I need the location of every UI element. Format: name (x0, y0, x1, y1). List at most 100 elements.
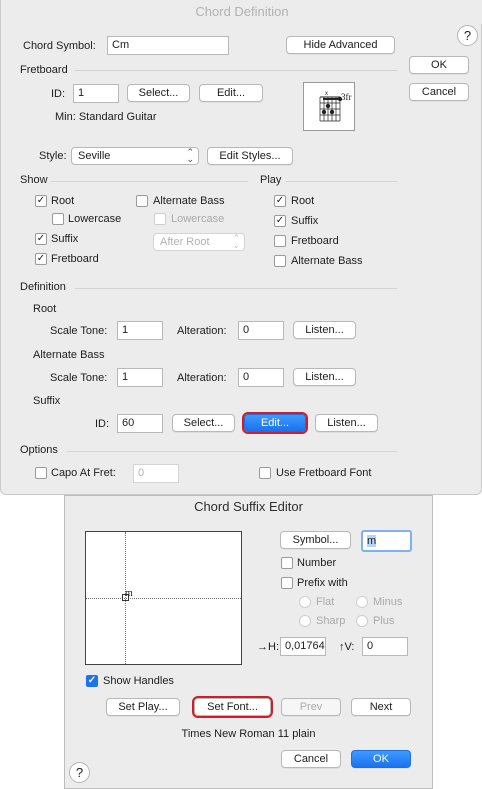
root-alteration-input[interactable]: 0 (238, 321, 284, 340)
set-play-button[interactable]: Set Play... (106, 698, 180, 716)
alt-scale-tone-label: Scale Tone: (50, 372, 108, 384)
root-scale-tone-label: Scale Tone: (50, 325, 108, 337)
symbol-button[interactable]: Symbol... (280, 531, 351, 549)
show-lowercase-checkbox[interactable] (52, 213, 64, 225)
chord-symbol-label: Chord Symbol: (23, 40, 96, 52)
ok-button[interactable]: OK (409, 56, 469, 74)
fretboard-fret-text: 3fr (341, 92, 352, 102)
suffix-edit-button[interactable]: Edit... (242, 412, 308, 434)
alt-lowercase-checkbox[interactable] (154, 213, 166, 225)
play-section-label: Play (260, 174, 282, 186)
suffix-preview-canvas[interactable]: m (85, 531, 242, 665)
svg-text:x: x (325, 91, 328, 97)
capo-fret-input[interactable]: 0 (133, 464, 179, 483)
play-fretboard-label: Fretboard (291, 235, 339, 247)
v-offset-input[interactable]: 0 (362, 637, 408, 656)
chord-definition-dialog: Chord Definition ? Chord Symbol: Cm Hide… (0, 0, 482, 495)
dialog-title: Chord Definition (1, 0, 482, 24)
show-handles-label: Show Handles (103, 675, 174, 687)
play-suffix-checkbox[interactable]: ✓ (274, 215, 286, 227)
suffix-id-input[interactable]: 60 (117, 414, 163, 433)
play-alternate-bass-checkbox[interactable] (274, 255, 286, 267)
chevron-updown-icon: ⌃ ⌄ (232, 233, 240, 250)
suffix-group-label: Suffix (33, 395, 61, 407)
style-label: Style: (39, 150, 67, 162)
fretboard-section-label: Fretboard (20, 64, 68, 76)
minus-label: Minus (373, 596, 403, 608)
number-checkbox[interactable] (281, 557, 293, 569)
sharp-radio[interactable] (299, 615, 311, 627)
show-suffix-checkbox[interactable]: ✓ (35, 233, 47, 245)
set-font-button[interactable]: Set Font... (192, 696, 273, 718)
chevron-updown-icon: ⌃ ⌄ (186, 147, 194, 164)
play-root-label: Root (291, 195, 315, 207)
fretboard-select-button[interactable]: Select... (127, 84, 190, 102)
fretboard-separator (75, 70, 397, 71)
show-handles-checkbox[interactable]: ✓ (86, 675, 98, 687)
minus-radio[interactable] (356, 596, 368, 608)
play-suffix-label: Suffix (291, 215, 319, 227)
symbol-input[interactable]: m (361, 530, 412, 552)
style-popup-value: Seville (78, 150, 111, 162)
number-label: Number (297, 557, 337, 569)
next-button[interactable]: Next (351, 698, 411, 716)
plus-radio[interactable] (356, 615, 368, 627)
suffix-editor-title: Chord Suffix Editor (194, 499, 303, 514)
alt-scale-tone-input[interactable]: 1 (117, 368, 163, 387)
after-root-popup[interactable]: After Root ⌃ ⌄ (153, 233, 245, 251)
flat-label: Flat (316, 596, 335, 608)
capo-checkbox[interactable] (35, 467, 47, 479)
font-info-text: Times New Roman 11 plain (181, 728, 316, 740)
prefix-checkbox[interactable] (281, 577, 293, 589)
style-popup[interactable]: Seville ⌃ ⌄ (71, 147, 199, 165)
alt-bass-group-label: Alternate Bass (33, 349, 105, 361)
edit-styles-button[interactable]: Edit Styles... (207, 147, 293, 165)
suffix-preview-glyph: m (125, 588, 133, 599)
definition-separator (75, 288, 397, 289)
hide-advanced-button[interactable]: Hide Advanced (286, 36, 395, 54)
suffix-select-button[interactable]: Select... (172, 414, 235, 432)
show-suffix-label: Suffix (51, 233, 79, 245)
options-separator (67, 451, 397, 452)
cancel-button[interactable]: Cancel (409, 83, 469, 101)
show-alternate-bass-checkbox[interactable] (136, 195, 148, 207)
options-section-label: Options (20, 444, 58, 456)
show-root-label: Root (51, 195, 75, 207)
editor-ok-button[interactable]: OK (351, 750, 411, 768)
show-root-checkbox[interactable]: ✓ (35, 195, 47, 207)
alt-lowercase-label: Lowercase (171, 213, 225, 225)
show-fretboard-checkbox[interactable]: ✓ (35, 253, 47, 265)
horizontal-guide (86, 598, 241, 599)
play-separator (286, 181, 397, 182)
editor-cancel-button[interactable]: Cancel (281, 750, 341, 768)
root-group-label: Root (33, 303, 57, 315)
show-separator (51, 181, 248, 182)
flat-radio[interactable] (299, 596, 311, 608)
h-offset-input[interactable]: 0,01764 (280, 637, 326, 656)
show-lowercase-label: Lowercase (68, 213, 122, 225)
help-button[interactable]: ? (457, 25, 478, 46)
suffix-listen-button[interactable]: Listen... (315, 414, 378, 432)
prefix-label: Prefix with (297, 577, 348, 589)
fretboard-edit-button[interactable]: Edit... (199, 84, 263, 102)
prev-button[interactable]: Prev (281, 698, 341, 716)
alt-listen-button[interactable]: Listen... (293, 368, 356, 386)
root-scale-tone-input[interactable]: 1 (117, 321, 163, 340)
fretboard-id-input[interactable]: 1 (73, 84, 119, 103)
editor-help-button[interactable]: ? (69, 762, 90, 783)
chord-symbol-input[interactable]: Cm (107, 36, 229, 55)
plus-label: Plus (373, 615, 395, 627)
play-alternate-bass-label: Alternate Bass (291, 255, 363, 267)
play-fretboard-checkbox[interactable] (274, 235, 286, 247)
after-root-value: After Root (160, 236, 210, 248)
chord-suffix-editor-dialog: Chord Suffix Editor m Symbol... m Number… (64, 495, 433, 789)
sharp-label: Sharp (316, 615, 346, 627)
fretboard-diagram: x 3fr (303, 82, 355, 131)
use-fretboard-font-checkbox[interactable] (259, 467, 271, 479)
use-fretboard-font-label: Use Fretboard Font (276, 467, 372, 479)
show-fretboard-label: Fretboard (51, 253, 99, 265)
alt-alteration-input[interactable]: 0 (238, 368, 284, 387)
capo-label: Capo At Fret: (51, 467, 116, 479)
play-root-checkbox[interactable]: ✓ (274, 195, 286, 207)
root-listen-button[interactable]: Listen... (293, 321, 356, 339)
